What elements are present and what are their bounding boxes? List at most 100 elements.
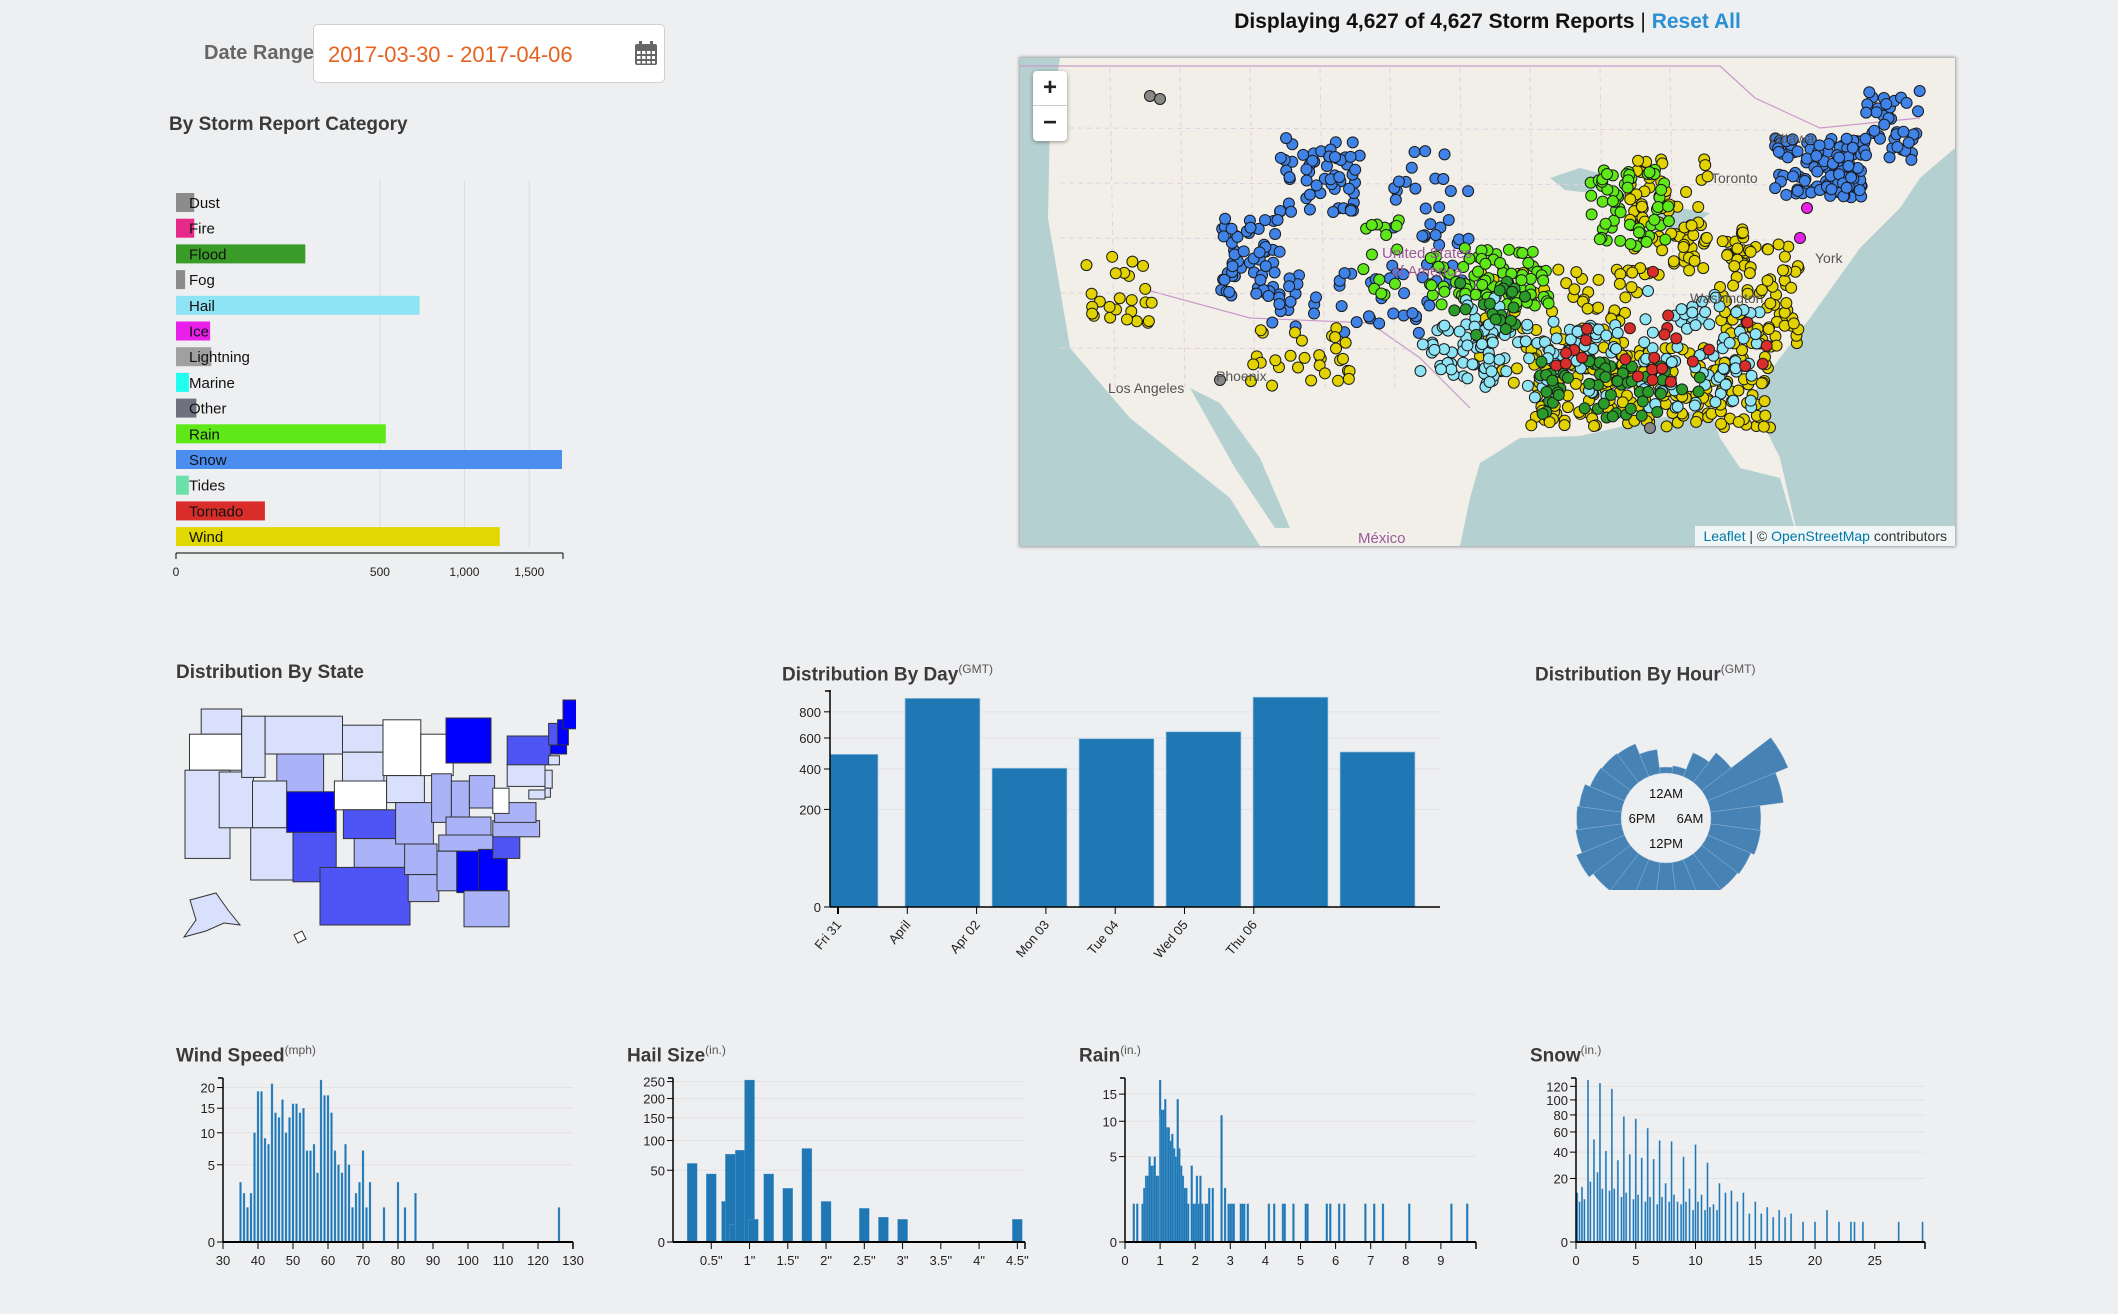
storm-marker[interactable]: [1254, 273, 1267, 286]
storm-marker[interactable]: [1217, 230, 1230, 243]
storm-marker[interactable]: [1375, 287, 1388, 300]
storm-marker[interactable]: [1485, 365, 1498, 378]
storm-marker[interactable]: [1624, 193, 1637, 206]
storm-marker[interactable]: [1298, 351, 1311, 364]
hail-bar[interactable]: [735, 1149, 746, 1243]
storm-marker[interactable]: [1654, 387, 1667, 400]
storm-marker[interactable]: [1476, 278, 1489, 291]
storm-marker[interactable]: [1445, 363, 1458, 376]
storm-marker[interactable]: [1675, 303, 1688, 316]
state-de[interactable]: [544, 787, 551, 798]
storm-marker[interactable]: [1482, 352, 1495, 365]
snow-bar[interactable]: [1704, 1210, 1706, 1243]
storm-marker[interactable]: [1525, 419, 1538, 432]
storm-marker[interactable]: [1560, 346, 1573, 359]
wind-bar[interactable]: [368, 1182, 372, 1243]
storm-marker[interactable]: [1662, 200, 1675, 213]
storm-marker[interactable]: [1626, 266, 1639, 279]
storm-marker[interactable]: [1833, 151, 1846, 164]
snow-bar[interactable]: [1658, 1140, 1661, 1243]
storm-marker[interactable]: [1588, 420, 1601, 433]
osm-link[interactable]: OpenStreetMap: [1771, 528, 1870, 544]
storm-marker[interactable]: [1703, 343, 1716, 356]
hail-bar[interactable]: [686, 1163, 698, 1243]
storm-marker[interactable]: [1660, 420, 1673, 433]
storm-marker[interactable]: [1305, 374, 1318, 387]
rain-bar[interactable]: [1337, 1203, 1341, 1243]
storm-marker[interactable]: [1623, 322, 1636, 335]
wind-bar[interactable]: [256, 1091, 260, 1243]
storm-marker[interactable]: [1599, 217, 1612, 230]
wind-bar[interactable]: [253, 1132, 256, 1243]
storm-marker[interactable]: [1646, 265, 1659, 278]
storm-marker[interactable]: [1308, 307, 1321, 320]
storm-marker[interactable]: [1493, 353, 1506, 366]
storm-marker[interactable]: [1362, 310, 1375, 323]
storm-marker[interactable]: [1494, 257, 1507, 270]
state-or[interactable]: [189, 733, 243, 771]
storm-marker[interactable]: [1283, 171, 1296, 184]
wind-bar[interactable]: [249, 1193, 253, 1243]
storm-marker[interactable]: [1333, 171, 1346, 184]
storm-marker[interactable]: [1537, 274, 1550, 287]
snow-bar[interactable]: [1652, 1159, 1655, 1243]
wind-bar[interactable]: [365, 1207, 368, 1243]
storm-marker[interactable]: [1535, 355, 1548, 368]
storm-marker[interactable]: [1640, 235, 1653, 248]
snow-bar[interactable]: [1656, 1204, 1659, 1243]
storm-marker[interactable]: [1758, 395, 1771, 408]
storm-marker[interactable]: [1743, 267, 1756, 280]
wind-bar[interactable]: [260, 1091, 263, 1243]
storm-marker[interactable]: [1692, 385, 1705, 398]
storm-marker[interactable]: [1269, 354, 1282, 367]
snow-bar[interactable]: [1622, 1116, 1625, 1243]
snow-bar[interactable]: [1706, 1162, 1709, 1243]
storm-marker[interactable]: [1730, 306, 1743, 319]
storm-marker[interactable]: [1677, 241, 1690, 254]
storm-marker[interactable]: [1550, 359, 1563, 372]
snow-bar[interactable]: [1661, 1196, 1663, 1243]
storm-marker[interactable]: [1313, 349, 1326, 362]
storm-marker[interactable]: [1269, 227, 1282, 240]
storm-marker[interactable]: [1631, 370, 1644, 383]
storm-marker[interactable]: [1085, 287, 1098, 300]
wind-bar[interactable]: [382, 1207, 386, 1243]
storm-marker[interactable]: [1423, 299, 1436, 312]
snow-bar[interactable]: [1589, 1181, 1592, 1243]
rain-bar[interactable]: [1329, 1203, 1332, 1243]
storm-marker[interactable]: [1470, 328, 1483, 341]
snow-bar[interactable]: [1581, 1186, 1583, 1243]
snow-bar[interactable]: [1814, 1221, 1816, 1243]
snow-bar[interactable]: [1778, 1210, 1781, 1243]
snow-bar[interactable]: [1608, 1190, 1611, 1243]
storm-marker[interactable]: [1853, 184, 1866, 197]
storm-marker[interactable]: [1424, 218, 1437, 231]
storm-marker[interactable]: [1785, 281, 1798, 294]
storm-marker[interactable]: [1656, 362, 1669, 375]
storm-marker[interactable]: [1113, 292, 1126, 305]
storm-marker[interactable]: [1357, 263, 1370, 276]
storm-marker[interactable]: [1483, 376, 1496, 389]
storm-marker[interactable]: [1787, 317, 1800, 330]
rain-bar[interactable]: [1132, 1203, 1135, 1243]
storm-marker[interactable]: [1522, 256, 1535, 269]
rain-bar[interactable]: [1243, 1203, 1246, 1243]
rain-bar[interactable]: [1246, 1203, 1250, 1243]
storm-marker[interactable]: [1332, 374, 1345, 387]
snow-bar[interactable]: [1826, 1210, 1828, 1243]
storm-marker[interactable]: [1692, 200, 1705, 213]
state-ak[interactable]: [182, 892, 242, 938]
storm-marker[interactable]: [1502, 243, 1515, 256]
storm-marker[interactable]: [1536, 407, 1549, 420]
wind-bar[interactable]: [312, 1144, 316, 1243]
wind-bar[interactable]: [351, 1207, 354, 1243]
storm-marker[interactable]: [1086, 307, 1099, 320]
state-nj[interactable]: [544, 769, 553, 789]
storm-marker[interactable]: [1859, 132, 1872, 145]
storm-marker[interactable]: [1651, 405, 1664, 418]
storm-marker[interactable]: [1292, 361, 1305, 374]
storm-marker[interactable]: [1142, 315, 1155, 328]
storm-marker[interactable]: [1570, 266, 1583, 279]
wind-bar[interactable]: [344, 1144, 347, 1243]
storm-marker[interactable]: [1610, 342, 1623, 355]
